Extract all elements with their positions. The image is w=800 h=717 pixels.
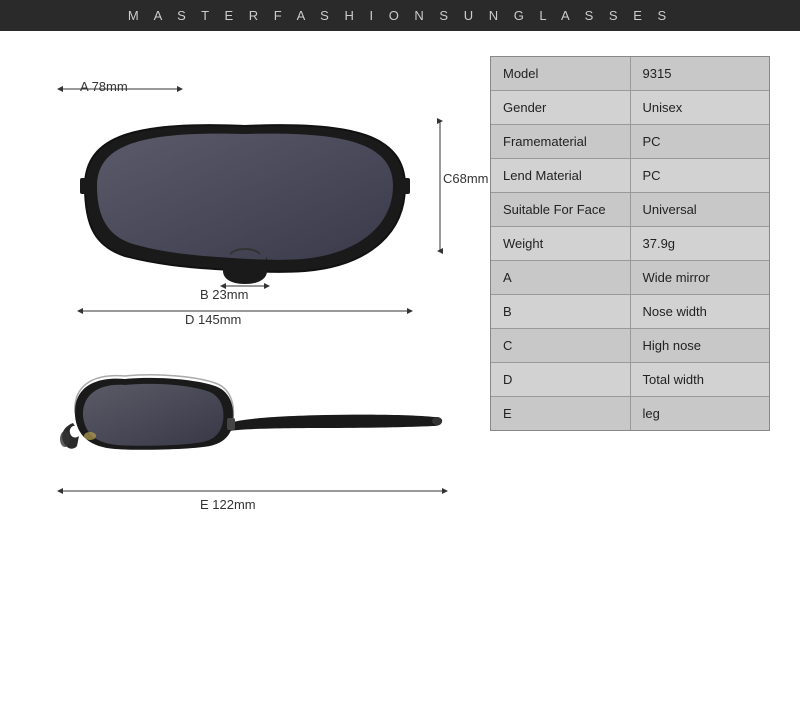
table-row: BNose width bbox=[491, 295, 769, 329]
table-row: CHigh nose bbox=[491, 329, 769, 363]
spec-label: C bbox=[491, 329, 631, 362]
spec-value: 37.9g bbox=[631, 227, 770, 260]
table-row: FramematerialPC bbox=[491, 125, 769, 159]
front-view-diagram: A 78mm bbox=[35, 71, 465, 351]
glasses-side-svg: E 122mm bbox=[55, 361, 455, 521]
left-panel: A 78mm bbox=[30, 51, 470, 693]
table-row: Lend MaterialPC bbox=[491, 159, 769, 193]
spec-value: Unisex bbox=[631, 91, 770, 124]
svg-text:D 145mm: D 145mm bbox=[185, 312, 241, 326]
table-row: Suitable For FaceUniversal bbox=[491, 193, 769, 227]
spec-label: Weight bbox=[491, 227, 631, 260]
header-title: M A S T E R F A S H I O N S U N G L A S … bbox=[128, 8, 672, 23]
spec-value: Nose width bbox=[631, 295, 770, 328]
table-row: AWide mirror bbox=[491, 261, 769, 295]
spec-value: Wide mirror bbox=[631, 261, 770, 294]
spec-value: Universal bbox=[631, 193, 770, 226]
glasses-front-svg: B 23mm D 145mm bbox=[55, 106, 435, 326]
spec-label: Model bbox=[491, 57, 631, 90]
table-row: Model9315 bbox=[491, 57, 769, 91]
spec-label: E bbox=[491, 397, 631, 430]
side-view-diagram: E 122mm bbox=[35, 361, 465, 561]
table-row: GenderUnisex bbox=[491, 91, 769, 125]
spec-value: 9315 bbox=[631, 57, 770, 90]
dimension-a-value: A 78mm bbox=[80, 79, 128, 94]
spec-value: PC bbox=[631, 159, 770, 192]
spec-label: Suitable For Face bbox=[491, 193, 631, 226]
svg-text:B 23mm: B 23mm bbox=[200, 287, 248, 302]
specs-table: Model9315GenderUnisexFramematerialPCLend… bbox=[490, 56, 770, 431]
spec-label: A bbox=[491, 261, 631, 294]
spec-label: Lend Material bbox=[491, 159, 631, 192]
spec-label: Framematerial bbox=[491, 125, 631, 158]
table-row: Weight37.9g bbox=[491, 227, 769, 261]
dimension-c-value: C68mm bbox=[443, 171, 489, 186]
svg-text:E 122mm: E 122mm bbox=[200, 497, 256, 512]
table-row: DTotal width bbox=[491, 363, 769, 397]
dimension-a-label: A 78mm bbox=[55, 81, 185, 97]
spec-value: Total width bbox=[631, 363, 770, 396]
spec-label: D bbox=[491, 363, 631, 396]
main-content: A 78mm bbox=[0, 31, 800, 713]
spec-value: leg bbox=[631, 397, 770, 430]
spec-label: B bbox=[491, 295, 631, 328]
spec-value: High nose bbox=[631, 329, 770, 362]
page-header: M A S T E R F A S H I O N S U N G L A S … bbox=[0, 0, 800, 31]
table-row: Eleg bbox=[491, 397, 769, 430]
spec-label: Gender bbox=[491, 91, 631, 124]
dimension-c: C68mm bbox=[425, 116, 455, 256]
spec-value: PC bbox=[631, 125, 770, 158]
